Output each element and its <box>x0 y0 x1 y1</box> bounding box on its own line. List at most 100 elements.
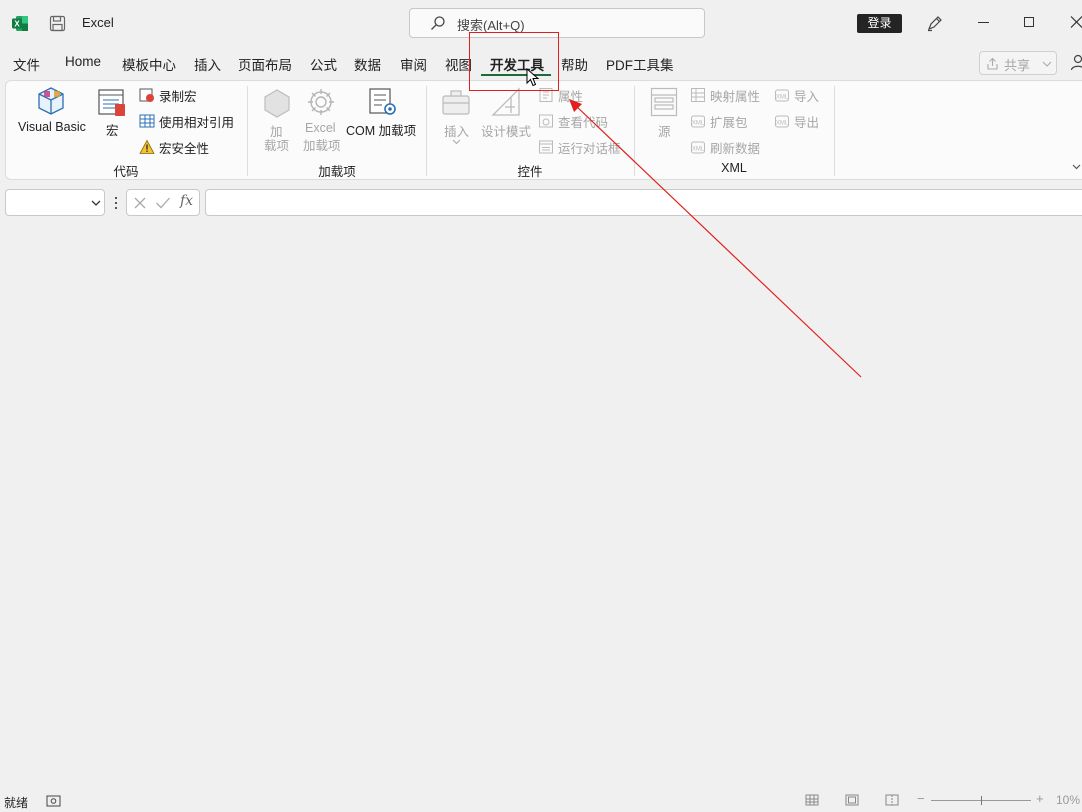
addins-icon <box>262 88 292 121</box>
run-dialog-label: 运行对话框 <box>558 141 621 156</box>
design-mode-button[interactable]: 设计模式 <box>481 121 531 140</box>
excel-addins-label-1[interactable]: Excel <box>305 121 336 135</box>
refresh-data-label: 刷新数据 <box>710 141 761 156</box>
formula-input[interactable] <box>205 189 1082 216</box>
save-icon[interactable] <box>49 15 66 35</box>
svg-text:XML: XML <box>692 121 705 127</box>
record-macro-button[interactable]: 录制宏 <box>139 85 197 105</box>
login-button[interactable]: 登录 <box>857 14 902 33</box>
import-label: 导入 <box>794 89 820 104</box>
zoom-level[interactable]: 10% <box>1056 793 1080 807</box>
svg-text:XML: XML <box>692 147 705 153</box>
xml-source-icon <box>650 87 678 120</box>
group-label-code: 代码 <box>113 165 139 179</box>
share-icon <box>987 57 998 70</box>
tab-file[interactable]: 文件 <box>13 54 40 74</box>
relative-references-icon <box>139 114 155 128</box>
app-title: Excel <box>82 15 114 30</box>
name-box[interactable] <box>5 189 105 216</box>
tab-template-center[interactable]: 模板中心 <box>122 54 176 74</box>
import-icon: XML <box>775 89 789 102</box>
minimize-icon[interactable] <box>978 22 989 23</box>
refresh-data-button[interactable]: XML 刷新数据 <box>690 137 760 157</box>
xml-source-button[interactable]: 源 <box>658 121 671 140</box>
tab-view[interactable]: 视图 <box>445 54 472 74</box>
run-dialog-button[interactable]: 运行对话框 <box>538 137 621 157</box>
tab-insert[interactable]: 插入 <box>194 54 221 74</box>
export-button[interactable]: XML 导出 <box>774 111 819 131</box>
maximize-icon[interactable] <box>1024 17 1034 27</box>
formula-buttons: fx <box>126 189 200 216</box>
tab-review[interactable]: 审阅 <box>400 54 427 74</box>
map-properties-button[interactable]: 映射属性 <box>690 85 760 105</box>
macro-security-label: 宏安全性 <box>159 141 210 156</box>
addins-label-2[interactable]: 载项 <box>264 135 289 154</box>
close-icon[interactable] <box>1070 15 1082 32</box>
insert-controls-button[interactable]: 插入 <box>444 121 469 140</box>
view-code-label: 查看代码 <box>558 115 609 130</box>
formula-bar-grip-icon[interactable] <box>115 197 117 209</box>
zoom-slider-thumb[interactable] <box>981 796 982 805</box>
export-icon: XML <box>775 115 789 128</box>
record-macro-icon <box>139 88 154 102</box>
page-break-view-icon[interactable] <box>885 794 899 806</box>
record-macro-label: 录制宏 <box>159 89 197 104</box>
highlight-box <box>469 32 559 91</box>
ribbon-options-chevron-icon[interactable] <box>1072 164 1081 170</box>
com-addins-icon <box>368 87 398 120</box>
com-addins-button[interactable]: COM 加载项 <box>346 120 416 139</box>
visual-basic-icon <box>35 86 67 119</box>
cancel-icon[interactable] <box>133 196 147 210</box>
status-bar: 就绪 − + 10% <box>0 788 1082 812</box>
expansion-packs-icon: XML <box>691 115 705 128</box>
expansion-packs-button[interactable]: XML 扩展包 <box>690 111 748 131</box>
normal-view-icon[interactable] <box>805 794 819 806</box>
group-divider <box>634 86 635 176</box>
view-code-button[interactable]: 查看代码 <box>538 111 608 131</box>
chevron-down-icon <box>1042 61 1052 67</box>
share-button[interactable]: 共享 <box>979 51 1057 75</box>
tab-data[interactable]: 数据 <box>354 54 381 74</box>
insert-function-button[interactable]: fx <box>180 193 193 209</box>
tab-pdf-tools[interactable]: PDF工具集 <box>606 54 674 74</box>
excel-addins-label-2[interactable]: 加载项 <box>303 135 341 154</box>
export-label: 导出 <box>794 115 820 130</box>
expansion-packs-label: 扩展包 <box>710 115 748 130</box>
tab-formulas[interactable]: 公式 <box>310 54 337 74</box>
visual-basic-button[interactable]: Visual Basic <box>18 120 86 134</box>
map-properties-label: 映射属性 <box>710 89 761 104</box>
macro-security-button[interactable]: 宏安全性 <box>139 137 209 157</box>
account-icon[interactable] <box>1070 54 1082 75</box>
mouse-cursor-icon <box>526 68 540 87</box>
group-divider <box>247 86 248 176</box>
group-label-xml: XML <box>721 161 747 175</box>
accessibility-icon[interactable] <box>46 795 61 807</box>
view-code-icon <box>539 114 553 128</box>
group-label-addins: 加载项 <box>318 165 356 179</box>
status-ready: 就绪 <box>4 796 29 810</box>
workbook-area <box>0 222 1082 786</box>
run-dialog-icon <box>539 140 553 154</box>
svg-text:X: X <box>14 20 20 29</box>
design-mode-icon <box>491 87 521 120</box>
refresh-data-icon: XML <box>691 141 705 154</box>
tab-page-layout[interactable]: 页面布局 <box>238 54 292 74</box>
excel-logo-icon: X <box>12 15 29 35</box>
properties-label: 属性 <box>558 89 584 104</box>
zoom-in-button[interactable]: + <box>1036 791 1044 806</box>
pen-icon[interactable] <box>926 14 944 35</box>
group-label-controls: 控件 <box>517 165 543 179</box>
macros-button[interactable]: 宏 <box>106 120 119 139</box>
page-layout-view-icon[interactable] <box>845 794 859 806</box>
tab-help[interactable]: 帮助 <box>561 54 588 74</box>
zoom-out-button[interactable]: − <box>917 791 925 806</box>
chevron-down-icon <box>91 200 101 206</box>
group-divider <box>834 86 835 176</box>
svg-text:XML: XML <box>776 95 789 101</box>
relative-references-button[interactable]: 使用相对引用 <box>139 111 234 131</box>
search-icon <box>430 15 446 34</box>
tab-home[interactable]: Home <box>65 54 101 74</box>
import-button[interactable]: XML 导入 <box>774 85 819 105</box>
enter-checkmark-icon[interactable] <box>155 196 171 210</box>
share-label: 共享 <box>1004 58 1031 73</box>
